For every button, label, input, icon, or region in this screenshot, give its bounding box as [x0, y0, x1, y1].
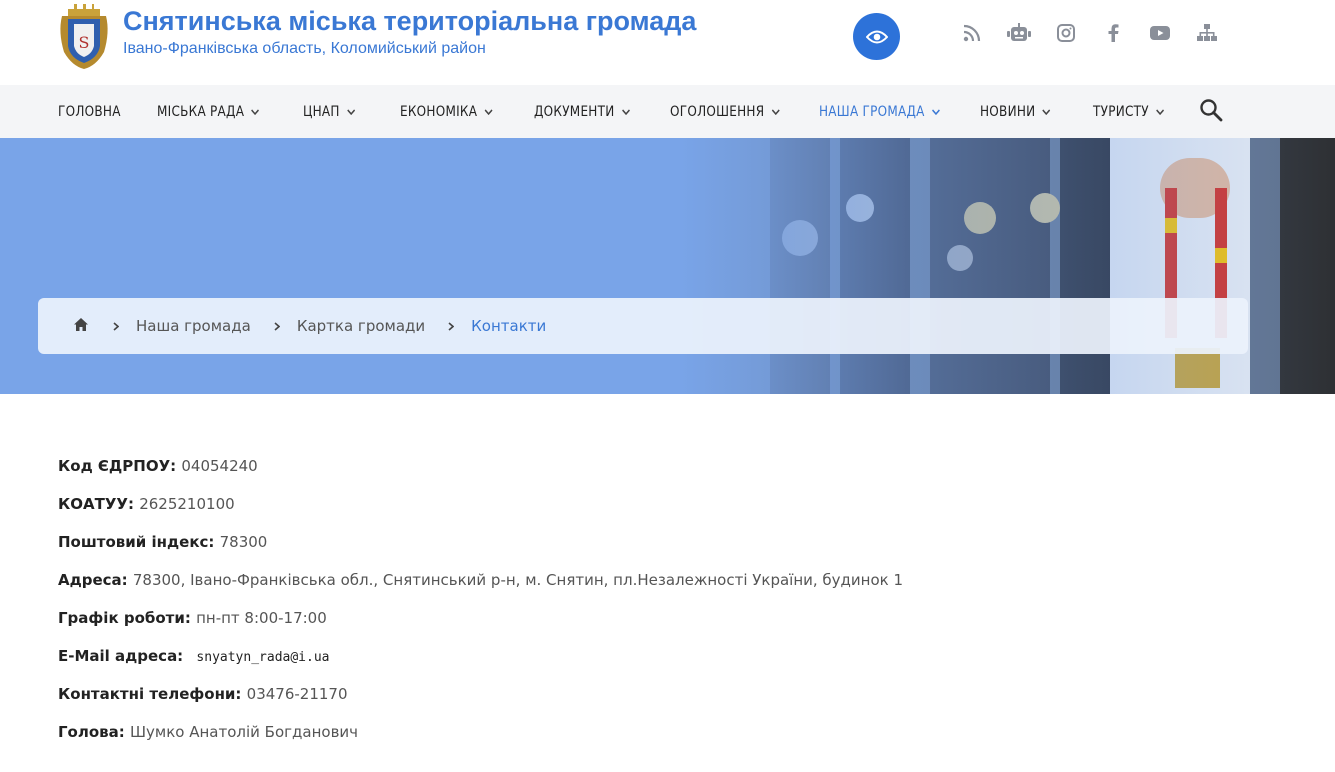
chevron-down-icon [771, 108, 780, 115]
chevron-down-icon [1156, 108, 1165, 115]
nav-item-label: ЕКОНОМІКА [400, 103, 478, 120]
breadcrumb-link-our-community[interactable]: Наша громада [136, 317, 251, 335]
sitemap-icon [1197, 24, 1217, 41]
site-subtitle: Івано-Франківська область, Коломийський … [123, 40, 486, 57]
chevron-down-icon [484, 108, 493, 115]
contact-value: 2625210100 [139, 495, 235, 513]
contact-row-head: Голова: Шумко Анатолій Богданович [58, 721, 1058, 759]
breadcrumb-current: Контакти [471, 317, 547, 335]
nav-item-our-community[interactable]: НАША ГРОМАДА [819, 85, 940, 138]
contact-label: Контактні телефони: [58, 685, 247, 703]
eye-icon [865, 30, 888, 43]
nav-item-economy[interactable]: ЕКОНОМІКА [400, 85, 493, 138]
contact-value: 03476-21170 [246, 685, 348, 703]
chevron-right-icon [113, 321, 119, 331]
contact-value: Шумко Анатолій Богданович [130, 723, 359, 741]
contact-label: КОАТУУ: [58, 495, 140, 513]
contact-value: 78300, Івано-Франківська обл., Снятинськ… [132, 571, 904, 589]
main-navigation: ГОЛОВНА МІСЬКА РАДА ЦНАП ЕКОНОМІКА ДОКУМ… [0, 85, 1335, 138]
chevron-down-icon [251, 108, 260, 115]
robot-link[interactable] [1006, 20, 1032, 46]
nav-item-news[interactable]: НОВИНИ [980, 85, 1051, 138]
chevron-right-icon [274, 321, 280, 331]
facebook-link[interactable] [1100, 20, 1126, 46]
nav-item-label: МІСЬКА РАДА [157, 103, 245, 120]
email-link[interactable]: snyatyn_rada@i.ua [196, 650, 329, 665]
contact-row-address: Адреса: 78300, Івано-Франківська обл., С… [58, 569, 1058, 607]
nav-item-cnap[interactable]: ЦНАП [303, 85, 355, 138]
contact-label: Графік роботи: [58, 609, 197, 627]
nav-item-label: ТУРИСТУ [1093, 103, 1149, 120]
contact-value: 78300 [219, 533, 268, 551]
svg-text:S: S [79, 33, 90, 52]
nav-item-home[interactable]: ГОЛОВНА [58, 85, 121, 138]
youtube-icon [1150, 26, 1170, 40]
accessibility-button[interactable] [853, 13, 900, 60]
nav-item-label: ЦНАП [303, 103, 340, 120]
contact-label: Код ЄДРПОУ: [58, 457, 182, 475]
nav-item-tourist[interactable]: ТУРИСТУ [1093, 85, 1164, 138]
chevron-down-icon [346, 108, 356, 115]
breadcrumb: Наша громада Картка громади Контакти [38, 298, 1248, 354]
nav-item-label: НАША ГРОМАДА [819, 103, 925, 120]
contacts-content: Код ЄДРПОУ: 04054240 КОАТУУ: 2625210100 … [58, 455, 1058, 759]
facebook-icon [1108, 24, 1119, 42]
robot-icon [1007, 23, 1031, 41]
contact-label: E-Mail адреса: [58, 647, 189, 665]
contact-value: 04054240 [181, 457, 258, 475]
nav-item-city-council[interactable]: МІСЬКА РАДА [157, 85, 260, 138]
breadcrumb-link-community-card[interactable]: Картка громади [297, 317, 425, 335]
nav-item-label: ДОКУМЕНТИ [534, 103, 615, 120]
contact-row-koatuu: КОАТУУ: 2625210100 [58, 493, 1058, 531]
contact-row-phones: Контактні телефони: 03476-21170 [58, 683, 1058, 721]
nav-item-announcements[interactable]: ОГОЛОШЕННЯ [670, 85, 780, 138]
chevron-right-icon [448, 321, 455, 331]
contact-row-edrpou: Код ЄДРПОУ: 04054240 [58, 455, 1058, 493]
nav-item-label: ОГОЛОШЕННЯ [670, 103, 765, 120]
search-icon [1200, 99, 1223, 122]
contact-row-email: E-Mail адреса: snyatyn_rada@i.ua [58, 645, 1058, 683]
contact-row-postal-code: Поштовий індекс: 78300 [58, 531, 1058, 569]
contact-label: Голова: [58, 723, 130, 741]
instagram-link[interactable] [1053, 20, 1079, 46]
contact-label: Поштовий індекс: [58, 533, 220, 551]
contact-label: Адреса: [58, 571, 133, 589]
nav-item-label: ГОЛОВНА [58, 103, 121, 120]
home-icon[interactable] [74, 318, 90, 334]
nav-item-documents[interactable]: ДОКУМЕНТИ [534, 85, 630, 138]
chevron-down-icon [1042, 108, 1051, 115]
instagram-icon [1057, 24, 1075, 42]
nav-item-label: НОВИНИ [980, 103, 1036, 120]
contact-value: пн-пт 8:00-17:00 [196, 609, 327, 627]
sitemap-link[interactable] [1194, 20, 1220, 46]
coat-of-arms-logo[interactable]: S [58, 2, 110, 70]
contact-row-schedule: Графік роботи: пн-пт 8:00-17:00 [58, 607, 1058, 645]
youtube-link[interactable] [1147, 20, 1173, 46]
hero-photo [680, 138, 1335, 394]
site-header: S Снятинська міська територіальна громад… [0, 0, 1335, 85]
search-button[interactable] [1199, 98, 1223, 122]
chevron-down-icon [621, 108, 630, 115]
rss-link[interactable] [959, 20, 985, 46]
chevron-down-icon [931, 108, 941, 115]
rss-icon [963, 24, 981, 42]
site-title[interactable]: Снятинська міська територіальна громада [123, 6, 696, 37]
hero-banner [0, 138, 1335, 394]
